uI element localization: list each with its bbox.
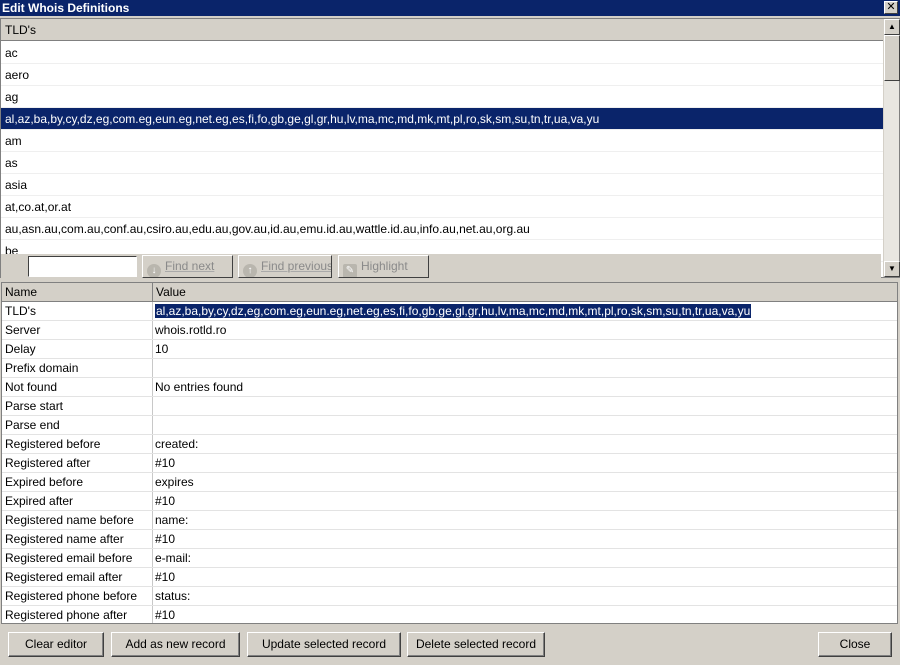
- property-name: Server: [2, 321, 153, 339]
- property-value-selected-text[interactable]: al,az,ba,by,cy,dz,eg,com.eg,eun.eg,net.e…: [155, 304, 752, 318]
- property-value[interactable]: e-mail:: [153, 549, 897, 567]
- find-previous-label: Find previous: [261, 259, 332, 273]
- grid-row[interactable]: Not found No entries found: [2, 378, 897, 397]
- property-name: Registered before: [2, 435, 153, 453]
- highlight-button[interactable]: ✎ Highlight: [338, 255, 429, 278]
- window-title: Edit Whois Definitions: [2, 1, 130, 15]
- property-name: Parse end: [2, 416, 153, 434]
- property-value[interactable]: al,az,ba,by,cy,dz,eg,com.eg,eun.eg,net.e…: [153, 302, 897, 320]
- tld-list-item[interactable]: at,co.at,or.at: [1, 196, 883, 218]
- property-name: Not found: [2, 378, 153, 396]
- grid-row[interactable]: Registered phone before status:: [2, 587, 897, 606]
- grid-row[interactable]: Server whois.rotld.ro: [2, 321, 897, 340]
- add-new-record-button[interactable]: Add as new record: [111, 632, 240, 657]
- grid-row[interactable]: Registered before created:: [2, 435, 897, 454]
- grid-row[interactable]: Registered name after #10: [2, 530, 897, 549]
- find-next-button[interactable]: ↓ Find next: [142, 255, 233, 278]
- clear-editor-button[interactable]: Clear editor: [8, 632, 104, 657]
- tld-list-item[interactable]: as: [1, 152, 883, 174]
- property-name: TLD's: [2, 302, 153, 320]
- property-value[interactable]: [153, 416, 897, 434]
- grid-row[interactable]: Registered name before name:: [2, 511, 897, 530]
- find-input[interactable]: [28, 256, 137, 277]
- property-value[interactable]: name:: [153, 511, 897, 529]
- find-next-label: Find next: [165, 259, 215, 273]
- property-value[interactable]: [153, 397, 897, 415]
- tld-list-panel: TLD's ac aero ag al,az,ba,by,cy,dz,eg,com.e…: [0, 18, 900, 278]
- arrow-down-icon: ▼: [888, 264, 896, 273]
- grid-row[interactable]: Parse end: [2, 416, 897, 435]
- property-name: Registered email before: [2, 549, 153, 567]
- tld-list-scrollbar[interactable]: ▲ ▼: [883, 19, 900, 277]
- close-icon: ✕: [886, 1, 896, 13]
- property-value[interactable]: status:: [153, 587, 897, 605]
- update-selected-record-button[interactable]: Update selected record: [247, 632, 401, 657]
- properties-grid: Name Value TLD's al,az,ba,by,cy,dz,eg,com…: [1, 282, 898, 624]
- tld-list-item[interactable]: asia: [1, 174, 883, 196]
- close-button[interactable]: Close: [818, 632, 892, 657]
- grid-row[interactable]: Expired before expires: [2, 473, 897, 492]
- tld-list-header[interactable]: TLD's: [1, 19, 883, 41]
- property-value[interactable]: expires: [153, 473, 897, 491]
- find-next-icon: ↓: [147, 264, 161, 277]
- tld-list-item[interactable]: au,asn.au,com.au,conf.au,csiro.au,edu.au…: [1, 218, 883, 240]
- property-value[interactable]: #10: [153, 568, 897, 586]
- tld-list-item[interactable]: am: [1, 130, 883, 152]
- grid-row[interactable]: Registered email after #10: [2, 568, 897, 587]
- highlight-icon: ✎: [343, 264, 357, 277]
- property-name: Registered phone before: [2, 587, 153, 605]
- column-header-name[interactable]: Name: [2, 283, 153, 301]
- tld-list-item[interactable]: ag: [1, 86, 883, 108]
- property-name: Prefix domain: [2, 359, 153, 377]
- find-previous-icon: ↑: [243, 264, 257, 277]
- scroll-down-button[interactable]: ▼: [884, 261, 900, 277]
- property-name: Parse start: [2, 397, 153, 415]
- delete-selected-record-button[interactable]: Delete selected record: [407, 632, 545, 657]
- tld-list-item[interactable]: ac: [1, 42, 883, 64]
- highlight-label: Highlight: [361, 259, 408, 273]
- property-name: Expired after: [2, 492, 153, 510]
- property-name: Registered name before: [2, 511, 153, 529]
- grid-row[interactable]: Registered after #10: [2, 454, 897, 473]
- property-name: Registered after: [2, 454, 153, 472]
- property-name: Registered email after: [2, 568, 153, 586]
- grid-row[interactable]: Expired after #10: [2, 492, 897, 511]
- property-name: Registered name after: [2, 530, 153, 548]
- find-bar: ↓ Find next ↑ Find previous ✎ Highlight: [1, 254, 881, 278]
- grid-body: TLD's al,az,ba,by,cy,dz,eg,com.eg,eun.eg,…: [2, 302, 897, 623]
- property-value[interactable]: whois.rotld.ro: [153, 321, 897, 339]
- column-header-value[interactable]: Value: [153, 283, 897, 301]
- tld-list-item[interactable]: aero: [1, 64, 883, 86]
- property-value[interactable]: #10: [153, 454, 897, 472]
- tld-list-item[interactable]: al,az,ba,by,cy,dz,eg,com.eg,eun.eg,net.e…: [1, 108, 883, 130]
- property-value[interactable]: #10: [153, 492, 897, 510]
- grid-header: Name Value: [2, 283, 897, 302]
- property-name: Registered phone after: [2, 606, 153, 623]
- property-value[interactable]: [153, 359, 897, 377]
- property-value[interactable]: 10: [153, 340, 897, 358]
- property-value[interactable]: #10: [153, 606, 897, 623]
- close-window-button[interactable]: ✕: [884, 1, 898, 14]
- tld-list[interactable]: ac aero ag al,az,ba,by,cy,dz,eg,com.eg,eun.…: [1, 42, 883, 268]
- grid-row[interactable]: Registered phone after #10: [2, 606, 897, 623]
- scroll-up-button[interactable]: ▲: [884, 19, 900, 35]
- property-value[interactable]: #10: [153, 530, 897, 548]
- find-previous-button[interactable]: ↑ Find previous: [238, 255, 332, 278]
- window-titlebar: Edit Whois Definitions ✕: [0, 0, 900, 16]
- property-name: Expired before: [2, 473, 153, 491]
- arrow-up-icon: ▲: [888, 22, 896, 31]
- property-value[interactable]: created:: [153, 435, 897, 453]
- property-name: Delay: [2, 340, 153, 358]
- property-value[interactable]: No entries found: [153, 378, 897, 396]
- grid-row[interactable]: Registered email before e-mail:: [2, 549, 897, 568]
- scroll-thumb[interactable]: [884, 35, 900, 81]
- grid-row[interactable]: Delay 10: [2, 340, 897, 359]
- grid-row[interactable]: Parse start: [2, 397, 897, 416]
- grid-row[interactable]: Prefix domain: [2, 359, 897, 378]
- grid-row[interactable]: TLD's al,az,ba,by,cy,dz,eg,com.eg,eun.eg,…: [2, 302, 897, 321]
